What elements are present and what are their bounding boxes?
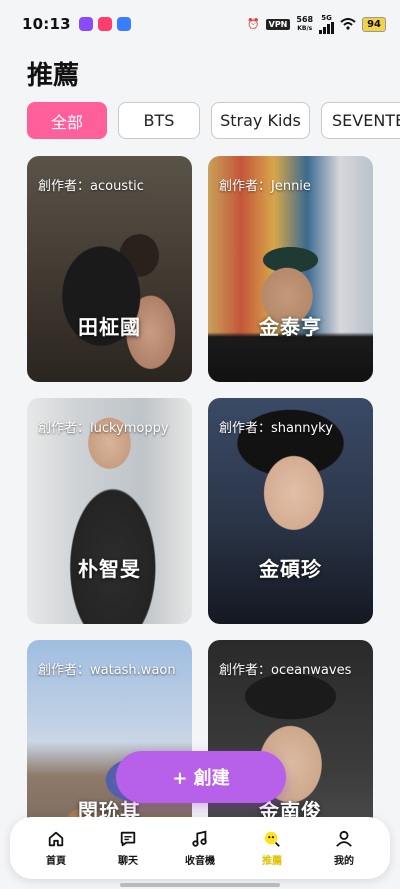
network-type: 5G bbox=[321, 13, 332, 22]
card-name: 田柾國 bbox=[78, 315, 141, 339]
chip-bts[interactable]: BTS bbox=[118, 102, 200, 139]
chip-seventeen[interactable]: SEVENTEEN bbox=[321, 102, 400, 139]
card-creator: 創作者：oceanwaves bbox=[219, 663, 352, 678]
card-creator: 創作者：acoustic bbox=[38, 179, 144, 194]
home-indicator[interactable] bbox=[120, 883, 280, 887]
chip-all[interactable]: 全部 bbox=[27, 102, 107, 139]
nav-label: 首頁 bbox=[46, 855, 66, 867]
app-notification-icon bbox=[78, 17, 93, 31]
nav-recommend[interactable]: 推薦 bbox=[242, 830, 302, 867]
speed-unit: KB/s bbox=[297, 24, 313, 32]
character-card[interactable]: 創作者：luckymoppy 朴智旻 bbox=[27, 398, 192, 624]
nav-radio[interactable]: 收音機 bbox=[170, 830, 230, 867]
character-card[interactable]: 創作者：acoustic 田柾國 bbox=[27, 156, 192, 382]
card-name: 朴智旻 bbox=[78, 557, 141, 581]
nav-profile[interactable]: 我的 bbox=[314, 830, 374, 867]
page-title: 推薦 bbox=[27, 61, 80, 91]
card-creator: 創作者：shannyky bbox=[219, 421, 333, 436]
cellular-signal: 5G bbox=[319, 13, 335, 34]
nav-label: 聊天 bbox=[118, 855, 138, 867]
network-speed: 568 KB/s bbox=[296, 14, 314, 33]
card-creator: 創作者：Jennie bbox=[219, 179, 311, 194]
status-time: 10:13 bbox=[22, 15, 71, 33]
nav-home[interactable]: 首頁 bbox=[26, 830, 86, 867]
chip-stray-kids[interactable]: Stray Kids bbox=[211, 102, 310, 139]
nav-label: 我的 bbox=[334, 855, 354, 867]
nav-label: 收音機 bbox=[185, 855, 215, 867]
app-notification-icon bbox=[116, 17, 131, 31]
recommend-icon bbox=[264, 831, 280, 847]
home-icon bbox=[48, 831, 64, 846]
character-card[interactable]: 創作者：shannyky 金碩珍 bbox=[208, 398, 373, 624]
nav-label: 推薦 bbox=[262, 855, 282, 867]
music-icon bbox=[192, 830, 207, 847]
alarm-icon: ⏰ bbox=[247, 18, 260, 30]
speed-value: 568 bbox=[296, 14, 314, 24]
status-bar: 10:13 ⏰ VPN 568 KB/s 5G 94 bbox=[0, 0, 400, 48]
card-creator: 創作者：luckymoppy bbox=[38, 421, 169, 436]
profile-icon bbox=[336, 830, 352, 847]
bottom-nav: 首頁 聊天 收音機 推薦 我的 bbox=[10, 817, 390, 879]
card-creator: 創作者：watash.waon bbox=[38, 663, 176, 678]
create-button[interactable]: + 創建 bbox=[116, 751, 286, 803]
wifi-icon bbox=[340, 18, 356, 30]
filter-chips: 全部 BTS Stray Kids SEVENTEEN bbox=[27, 102, 400, 140]
status-indicators: ⏰ VPN 568 KB/s 5G 94 bbox=[247, 13, 386, 34]
character-card[interactable]: 創作者：Jennie 金泰亨 bbox=[208, 156, 373, 382]
app-notification-icon bbox=[97, 17, 112, 31]
signal-bars-icon bbox=[319, 21, 335, 34]
vpn-badge: VPN bbox=[265, 18, 291, 30]
card-name: 金碩珍 bbox=[259, 557, 322, 581]
nav-chat[interactable]: 聊天 bbox=[98, 830, 158, 867]
card-name: 金泰亨 bbox=[259, 315, 322, 339]
battery-indicator: 94 bbox=[362, 16, 386, 32]
chat-icon bbox=[120, 831, 136, 846]
